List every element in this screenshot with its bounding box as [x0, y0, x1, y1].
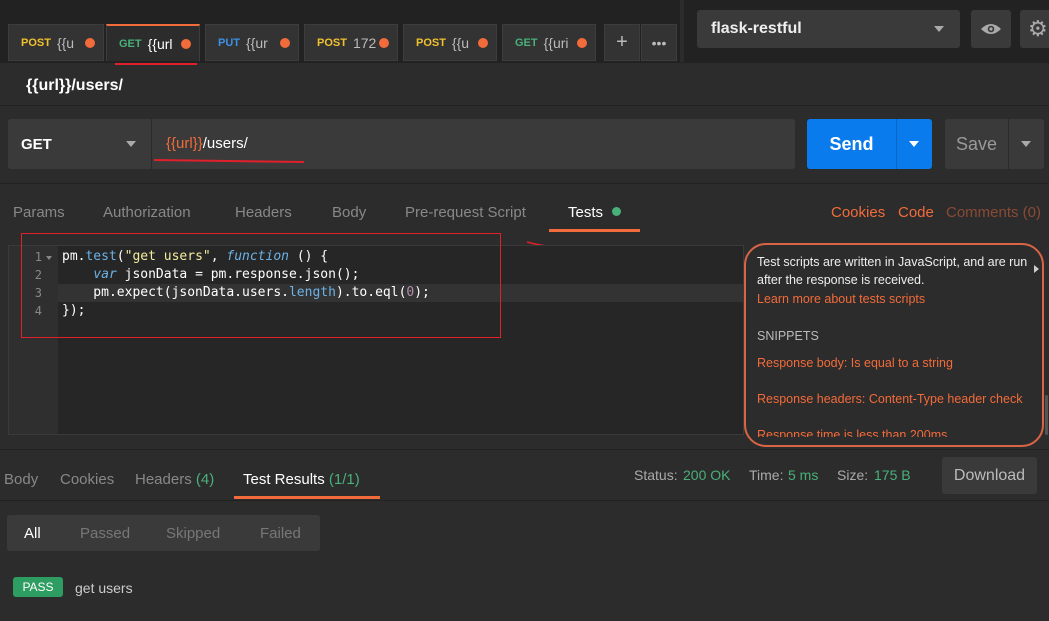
chevron-down-icon — [126, 141, 136, 147]
request-tab[interactable]: PUT {{ur — [205, 24, 299, 61]
tab-name: {{ur — [246, 34, 268, 51]
environment-quick-look-button[interactable] — [971, 10, 1011, 48]
send-options-button[interactable] — [896, 119, 932, 169]
response-tab-headers[interactable]: Headers (4) — [135, 471, 214, 488]
send-button[interactable]: Send — [807, 119, 896, 169]
snippets-heading: SNIPPETS — [757, 329, 819, 343]
filter-all[interactable]: All — [24, 525, 41, 542]
tab-tests[interactable]: Tests — [568, 204, 603, 221]
unsaved-dot-icon — [478, 38, 488, 48]
tab-method: PUT — [218, 36, 240, 49]
active-tab-indicator — [549, 229, 640, 232]
request-tab-active[interactable]: GET {{url — [106, 24, 200, 61]
request-tab[interactable]: GET {{uri — [502, 24, 596, 61]
size-label: Size: — [837, 467, 869, 483]
status-dot-icon — [612, 207, 621, 216]
tab-count: (1/1) — [328, 471, 360, 488]
cookies-link[interactable]: Cookies — [831, 204, 885, 221]
unsaved-dot-icon — [85, 38, 95, 48]
tab-name: {{url — [147, 35, 173, 52]
chevron-down-icon — [909, 141, 919, 147]
filter-skipped[interactable]: Skipped — [166, 525, 220, 542]
chevron-down-icon — [934, 26, 944, 32]
time-value[interactable]: 5 ms — [788, 467, 818, 483]
response-tab-body[interactable]: Body — [4, 471, 38, 488]
tab-headers[interactable]: Headers — [235, 204, 292, 221]
divider — [0, 500, 1049, 501]
request-tab[interactable]: POST {{u — [8, 24, 104, 61]
plus-icon: + — [616, 31, 628, 53]
annotation-box — [21, 233, 501, 338]
eye-icon — [981, 24, 1001, 34]
tab-prerequest-script[interactable]: Pre-request Script — [405, 204, 526, 221]
collapse-arrow-icon[interactable] — [1034, 265, 1039, 273]
tab-label: Headers — [135, 471, 192, 488]
divider — [0, 105, 1049, 106]
active-tab-indicator — [234, 496, 380, 499]
filter-failed[interactable]: Failed — [260, 525, 301, 542]
divider — [0, 449, 1049, 450]
method-select[interactable]: GET — [8, 119, 152, 169]
tab-count: (4) — [195, 471, 215, 488]
snippet-item-clip: Response time is less than 200ms — [757, 428, 1027, 437]
tab-authorization[interactable]: Authorization — [103, 204, 191, 221]
unsaved-dot-icon — [181, 39, 191, 49]
unsaved-dot-icon — [577, 38, 587, 48]
environment-value: flask-restful — [711, 20, 802, 37]
environment-select[interactable]: flask-restful — [697, 10, 960, 48]
status-label: Status: — [634, 467, 678, 483]
tab-method: POST — [21, 36, 51, 49]
tab-method: POST — [416, 36, 446, 49]
snippets-description: Test scripts are written in JavaScript, … — [757, 255, 1028, 287]
snippet-item[interactable]: Response time is less than 200ms — [757, 428, 947, 437]
tab-method: GET — [119, 37, 142, 50]
url-variable: {{url}} — [166, 135, 203, 152]
save-button[interactable]: Save — [945, 119, 1008, 169]
gear-icon: ⚙ — [1028, 16, 1048, 41]
tab-method: GET — [515, 36, 538, 49]
more-tabs-button[interactable]: ••• — [641, 24, 677, 61]
comments-link[interactable]: Comments (0) — [946, 204, 1041, 221]
more-icon: ••• — [651, 34, 667, 51]
divider — [0, 62, 1049, 63]
unsaved-dot-icon — [379, 38, 389, 48]
status-value[interactable]: 200 OK — [683, 467, 730, 483]
status-badge: PASS — [13, 577, 63, 597]
scrollbar[interactable] — [1045, 395, 1048, 435]
new-tab-button[interactable]: + — [604, 24, 640, 61]
request-title: {{url}}/users/ — [26, 77, 123, 94]
size-value[interactable]: 175 B — [874, 467, 911, 483]
tab-name: {{uri — [543, 34, 569, 51]
tab-body[interactable]: Body — [332, 204, 366, 221]
annotation-underline — [115, 63, 197, 65]
filter-passed[interactable]: Passed — [80, 525, 130, 542]
url-input[interactable]: {{url}}/users/ — [166, 135, 248, 152]
code-link[interactable]: Code — [898, 204, 934, 221]
learn-more-link[interactable]: Learn more about tests scripts — [757, 292, 925, 306]
tab-name: 172 — [352, 34, 377, 51]
response-tab-cookies[interactable]: Cookies — [60, 471, 114, 488]
url-path: /users/ — [202, 135, 248, 152]
environment-settings-button[interactable]: ⚙ — [1020, 10, 1049, 48]
save-options-button[interactable] — [1008, 119, 1044, 169]
unsaved-dot-icon — [280, 38, 290, 48]
tab-name: {{u — [56, 34, 75, 51]
test-result-name: get users — [75, 580, 133, 596]
divider — [0, 183, 1049, 184]
tab-method: POST — [317, 36, 347, 49]
tab-params[interactable]: Params — [13, 204, 65, 221]
chevron-down-icon — [1021, 141, 1031, 147]
snippet-item[interactable]: Response headers: Content-Type header ch… — [757, 392, 1022, 406]
time-label: Time: — [749, 467, 784, 483]
tab-label: Test Results — [243, 471, 325, 488]
download-button[interactable]: Download — [942, 457, 1037, 494]
response-tab-test-results[interactable]: Test Results (1/1) — [243, 471, 360, 488]
snippet-item[interactable]: Response body: Is equal to a string — [757, 356, 953, 370]
tab-name: {{u — [451, 34, 470, 51]
method-value: GET — [21, 135, 52, 153]
request-tab[interactable]: POST {{u — [403, 24, 497, 61]
request-tab[interactable]: POST 172 — [304, 24, 398, 61]
